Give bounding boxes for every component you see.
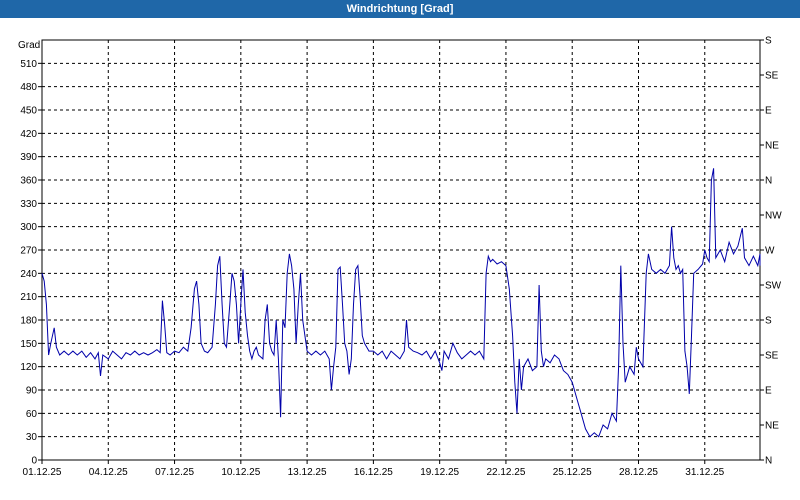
y-tick-label: 210 xyxy=(20,292,37,303)
x-tick-label: 31.12.25 xyxy=(685,467,724,478)
x-tick-label: 16.12.25 xyxy=(354,467,393,478)
y-tick-label: 0 xyxy=(31,456,37,467)
x-tick-label: 25.12.25 xyxy=(553,467,592,478)
x-tick-label: 04.12.25 xyxy=(89,467,128,478)
compass-tick-label: NE xyxy=(765,421,779,432)
compass-tick-label: SW xyxy=(765,281,782,292)
compass-tick-label: W xyxy=(765,246,775,257)
compass-tick-label: N xyxy=(765,176,772,187)
y-tick-label: 480 xyxy=(20,82,37,93)
y-axis-ticks: 0 30 60 90 120 150 180 210 240 270 300 330 360 390 420… xyxy=(20,59,42,467)
x-tick-label: 07.12.25 xyxy=(155,467,194,478)
compass-tick-label: NW xyxy=(765,211,782,222)
y-tick-label: 450 xyxy=(20,106,37,117)
x-tick-label: 01.12.25 xyxy=(23,467,62,478)
series-line xyxy=(41,168,761,438)
y-tick-label: 270 xyxy=(20,246,37,257)
x-tick-label: 28.12.25 xyxy=(619,467,658,478)
y-axis-label: Grad xyxy=(18,40,40,51)
x-tick-label: 19.12.25 xyxy=(420,467,459,478)
compass-tick-label: E xyxy=(765,106,772,117)
y-tick-label: 330 xyxy=(20,199,37,210)
x-tick-label: 10.12.25 xyxy=(221,467,260,478)
compass-tick-label: NE xyxy=(765,141,779,152)
compass-tick-label: N xyxy=(765,456,772,467)
x-tick-label: 22.12.25 xyxy=(486,467,525,478)
plot-frame xyxy=(41,39,761,461)
y-tick-label: 240 xyxy=(20,269,37,280)
y-tick-label: 90 xyxy=(26,386,38,397)
y-tick-label: 360 xyxy=(20,176,37,187)
y-tick-label: 180 xyxy=(20,316,37,327)
compass-tick-label: SE xyxy=(765,351,779,362)
x-axis-ticks: 01.12.25 04.12.25 07.12.25 10.12.25 13.12.25… xyxy=(23,460,725,478)
compass-tick-label: SE xyxy=(765,71,779,82)
y-tick-label: 120 xyxy=(20,362,37,373)
y-tick-label: 60 xyxy=(26,409,38,420)
grid-lines xyxy=(42,40,760,460)
y-tick-label: 420 xyxy=(20,129,37,140)
wind-direction-chart: 0 30 60 90 120 150 180 210 240 270 300 330 360 390 420… xyxy=(18,36,782,479)
y-tick-label: 300 xyxy=(20,222,37,233)
compass-axis-ticks: N NE E SE S SW W NW N NE E SE S xyxy=(760,36,782,467)
y-tick-label: 30 xyxy=(26,432,38,443)
x-tick-label: 13.12.25 xyxy=(288,467,327,478)
y-tick-label: 510 xyxy=(20,59,37,70)
y-tick-label: 150 xyxy=(20,339,37,350)
compass-tick-label: E xyxy=(765,386,772,397)
compass-tick-label: S xyxy=(765,36,772,47)
compass-tick-label: S xyxy=(765,316,772,327)
y-tick-label: 390 xyxy=(20,152,37,163)
